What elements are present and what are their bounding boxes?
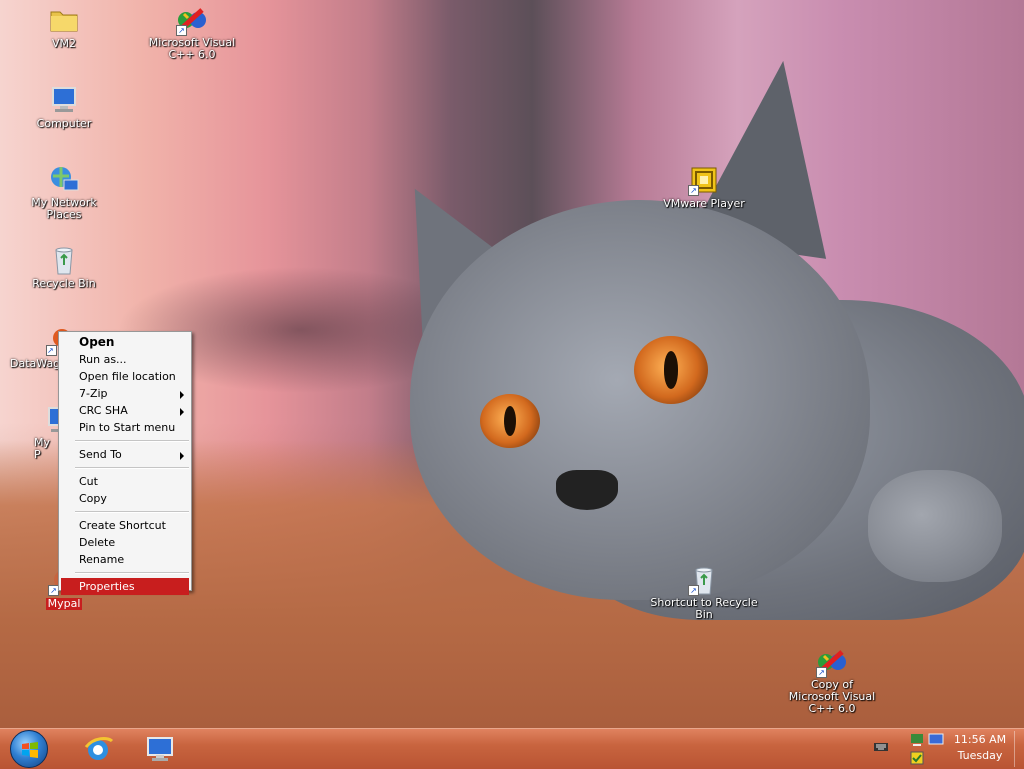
desktop-icon-datawag[interactable]: ↗ DataWag xyxy=(8,324,71,370)
keyboard-icon[interactable] xyxy=(874,741,888,756)
desktop-icon-vm2[interactable]: VM2 xyxy=(16,4,112,50)
desktop-icon-vmware-player[interactable]: ↗ VMware Player xyxy=(656,164,752,210)
menu-item-properties[interactable]: Properties xyxy=(61,578,189,595)
wallpaper-cat-eye-left xyxy=(480,394,540,448)
desktop-icon-label: VMware Player xyxy=(663,197,745,210)
shortcut-arrow-icon: ↗ xyxy=(46,345,57,356)
shortcut-arrow-icon: ↗ xyxy=(816,667,827,678)
wallpaper-cat-paw xyxy=(868,470,1002,582)
submenu-arrow-icon xyxy=(180,408,184,416)
computer-icon xyxy=(48,84,80,116)
network-places-icon xyxy=(48,164,80,196)
menu-item-label: 7-Zip xyxy=(79,387,108,400)
desktop-icon-label: Copy of Microsoft Visual C++ 6.0 xyxy=(788,678,876,715)
desktop-icon-label: Mypal xyxy=(45,597,83,610)
windows-logo-icon xyxy=(22,742,38,758)
wallpaper-cat-nose xyxy=(556,470,618,510)
desktop-icon-copy-visual-cpp[interactable]: ↗ Copy of Microsoft Visual C++ 6.0 xyxy=(784,646,880,715)
show-desktop-button[interactable] xyxy=(1014,731,1023,767)
menu-separator xyxy=(75,467,189,469)
desktop-icon-computer[interactable]: Computer xyxy=(16,84,112,130)
shortcut-arrow-icon: ↗ xyxy=(688,585,699,596)
desktop-icon-label: My Network Places xyxy=(31,196,97,221)
visual-cpp-icon: ↗ xyxy=(816,646,848,678)
taskbar: 11:56 AM Tuesday xyxy=(0,728,1024,769)
start-button[interactable] xyxy=(10,730,48,768)
taskbar-clock[interactable]: 11:56 AM Tuesday xyxy=(940,732,1020,764)
menu-item-send-to[interactable]: Send To xyxy=(61,446,189,463)
menu-item-pin-to-start[interactable]: Pin to Start menu xyxy=(61,419,189,436)
clock-time: 11:56 AM xyxy=(953,733,1007,746)
desktop-icon-label: Computer xyxy=(36,117,92,130)
clock-day: Tuesday xyxy=(957,749,1003,762)
desktop-icon-label: Microsoft Visual C++ 6.0 xyxy=(148,36,236,61)
menu-item-7zip[interactable]: 7-Zip xyxy=(61,385,189,402)
menu-separator xyxy=(75,440,189,442)
menu-separator xyxy=(75,572,189,574)
vmware-icon: ↗ xyxy=(688,164,720,196)
menu-item-cut[interactable]: Cut xyxy=(61,473,189,490)
menu-item-create-shortcut[interactable]: Create Shortcut xyxy=(61,517,189,534)
shortcut-arrow-icon: ↗ xyxy=(176,25,187,36)
submenu-arrow-icon xyxy=(180,452,184,460)
shortcut-arrow-icon: ↗ xyxy=(688,185,699,196)
menu-item-copy[interactable]: Copy xyxy=(61,490,189,507)
security-tray-icon[interactable] xyxy=(910,751,924,768)
recycle-bin-icon xyxy=(48,244,80,276)
desktop-icon-label: Shortcut to Recycle Bin xyxy=(650,596,758,621)
menu-item-crc-sha[interactable]: CRC SHA xyxy=(61,402,189,419)
menu-item-open-file-location[interactable]: Open file location xyxy=(61,368,189,385)
menu-separator xyxy=(75,511,189,513)
desktop-icon-label: DataWag xyxy=(10,357,61,370)
menu-item-open[interactable]: Open xyxy=(61,334,189,351)
recycle-bin-icon: ↗ xyxy=(688,564,720,596)
submenu-arrow-icon xyxy=(180,391,184,399)
visual-cpp-icon: ↗ xyxy=(176,4,208,36)
desktop-icon-label: VM2 xyxy=(51,37,76,50)
context-menu: Open Run as... Open file location 7-Zip … xyxy=(58,331,192,595)
network-tray-icon[interactable] xyxy=(910,733,924,750)
remote-desktop-icon[interactable] xyxy=(144,733,176,765)
desktop-icon-label: My P xyxy=(34,436,51,461)
desktop-icon-label: Recycle Bin xyxy=(32,277,96,290)
desktop-icon-shortcut-recycle-bin[interactable]: ↗ Shortcut to Recycle Bin xyxy=(644,564,764,621)
menu-item-delete[interactable]: Delete xyxy=(61,534,189,551)
desktop-icon-visual-cpp[interactable]: ↗ Microsoft Visual C++ 6.0 xyxy=(144,4,240,61)
wallpaper-cat-head xyxy=(410,200,870,600)
folder-icon xyxy=(48,4,80,36)
wallpaper-cat-eye-right xyxy=(634,336,708,404)
menu-item-label: Send To xyxy=(79,448,122,461)
desktop-icon-network-places[interactable]: My Network Places xyxy=(16,164,112,221)
menu-item-label: CRC SHA xyxy=(79,404,128,417)
desktop-icon-recycle-bin[interactable]: Recycle Bin xyxy=(16,244,112,290)
desktop-icon-my-p[interactable]: My P xyxy=(30,404,60,461)
menu-item-rename[interactable]: Rename xyxy=(61,551,189,568)
menu-item-run-as[interactable]: Run as... xyxy=(61,351,189,368)
internet-explorer-icon[interactable] xyxy=(82,733,114,765)
